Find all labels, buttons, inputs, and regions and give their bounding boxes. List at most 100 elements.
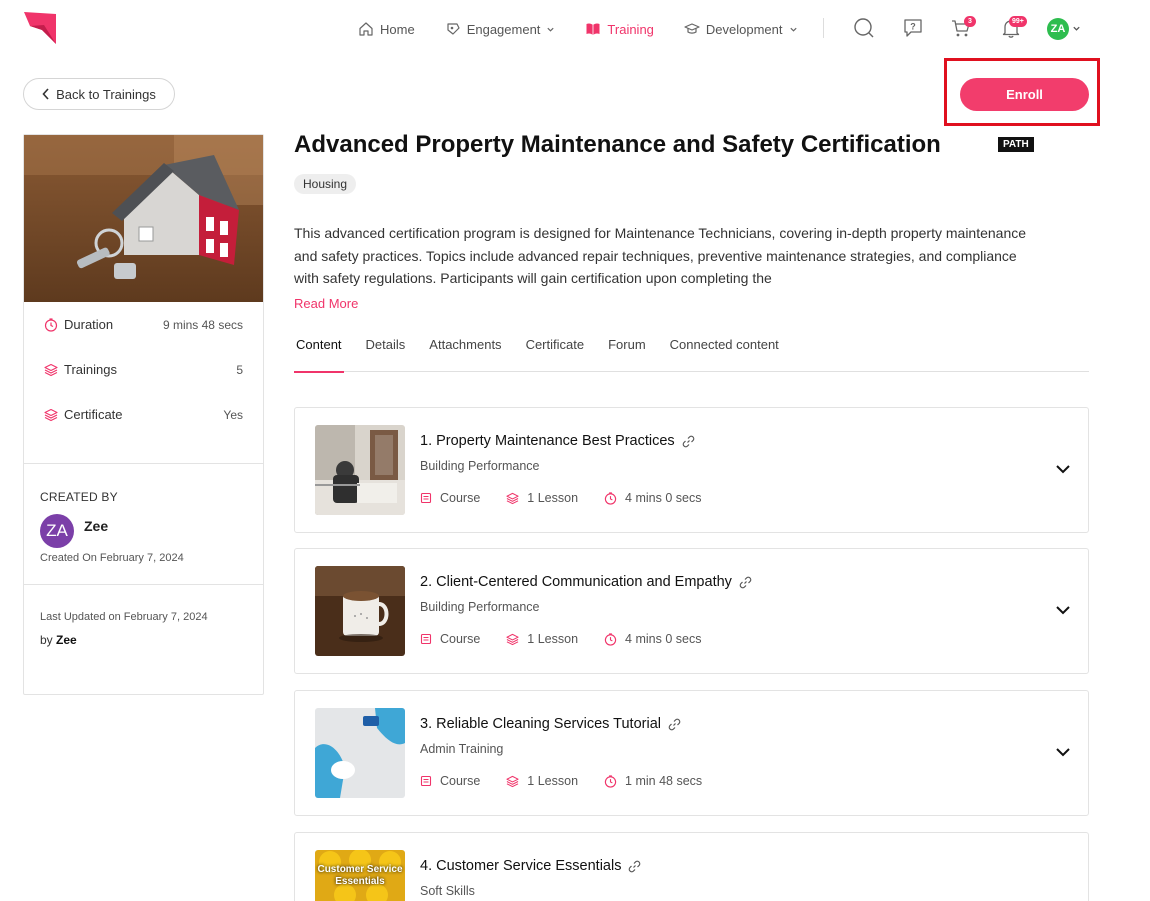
chevron-down-icon[interactable] xyxy=(1054,601,1072,619)
course-type: Course xyxy=(440,774,481,788)
course-lessons: 1 Lesson xyxy=(527,632,579,646)
help-chat-icon[interactable]: ? xyxy=(902,17,924,39)
course-title-text: 4. Customer Service Essentials xyxy=(420,858,622,874)
layers-icon xyxy=(506,775,519,787)
svg-text:?: ? xyxy=(910,22,916,32)
chevron-down-icon[interactable] xyxy=(1072,24,1081,33)
course-thumbnail-text: Customer Service Essentials xyxy=(317,864,403,887)
link-icon[interactable] xyxy=(739,576,752,589)
course-category: Building Performance xyxy=(420,600,540,614)
nav-engagement[interactable]: Engagement xyxy=(445,21,556,37)
course-title[interactable]: 1. Property Maintenance Best Practices xyxy=(420,433,695,449)
tab-connected-content[interactable]: Connected content xyxy=(668,337,781,372)
trainings-value: 5 xyxy=(236,362,243,377)
created-on-date: Created On February 7, 2024 xyxy=(40,552,184,564)
book-outline-icon xyxy=(420,633,432,645)
duration-label: Duration xyxy=(64,317,114,332)
course-category: Building Performance xyxy=(420,459,540,473)
training-cover-image xyxy=(24,135,263,302)
course-title-text: 2. Client-Centered Communication and Emp… xyxy=(420,574,732,590)
author-avatar: ZA xyxy=(40,514,74,548)
tab-details[interactable]: Details xyxy=(364,337,408,372)
course-lessons: 1 Lesson xyxy=(527,491,579,505)
user-avatar[interactable]: ZA xyxy=(1047,18,1069,40)
clock-icon xyxy=(604,774,617,788)
clock-icon xyxy=(604,491,617,505)
updated-by: by Zee xyxy=(40,633,247,647)
course-category: Soft Skills xyxy=(420,884,475,898)
engagement-icon xyxy=(447,23,460,35)
course-thumbnail: Customer Service Essentials xyxy=(315,850,405,901)
book-outline-icon xyxy=(420,492,432,504)
nav-home-label: Home xyxy=(380,21,415,37)
course-item[interactable]: 1. Property Maintenance Best Practices B… xyxy=(294,407,1089,533)
course-thumbnail xyxy=(315,566,405,656)
tab-attachments[interactable]: Attachments xyxy=(427,337,503,372)
cart-count-badge: 3 xyxy=(964,16,976,27)
created-by-heading: CREATED BY xyxy=(40,490,118,504)
chevron-left-icon xyxy=(42,88,49,100)
last-updated-section: Last Updated on February 7, 2024 by Zee xyxy=(24,585,263,673)
author: ZA Zee xyxy=(40,514,247,548)
nav-training[interactable]: Training xyxy=(585,21,654,37)
book-icon xyxy=(586,23,600,35)
updated-by-prefix: by xyxy=(40,633,53,647)
duration-row: Duration 9 mins 48 secs xyxy=(24,302,263,347)
trainings-row: Trainings 5 xyxy=(24,347,263,392)
course-title[interactable]: 2. Client-Centered Communication and Emp… xyxy=(420,574,752,590)
nav-home[interactable]: Home xyxy=(358,21,415,37)
duration-value: 9 mins 48 secs xyxy=(162,317,243,332)
content-tabs: Content Details Attachments Certificate … xyxy=(294,337,1089,373)
chevron-down-icon[interactable] xyxy=(1054,743,1072,761)
layers-icon xyxy=(506,633,519,645)
clock-icon xyxy=(604,632,617,646)
chevron-down-icon xyxy=(789,27,797,32)
book-outline-icon xyxy=(420,775,432,787)
course-title[interactable]: 3. Reliable Cleaning Services Tutorial xyxy=(420,716,681,732)
search-icon[interactable] xyxy=(853,17,875,39)
last-updated-date: Last Updated on February 7, 2024 xyxy=(40,611,208,623)
tab-forum[interactable]: Forum xyxy=(606,337,648,372)
nav-development[interactable]: Development xyxy=(684,21,798,37)
link-icon[interactable] xyxy=(668,718,681,731)
page-title: Advanced Property Maintenance and Safety… xyxy=(294,131,941,158)
course-type: Course xyxy=(440,632,481,646)
course-meta: Course 1 Lesson 4 mins 0 secs xyxy=(420,632,727,646)
course-item[interactable]: Customer Service Essentials 4. Customer … xyxy=(294,832,1089,901)
tab-content[interactable]: Content xyxy=(294,337,344,373)
created-by-section: CREATED BY ZA Zee Created On February 7,… xyxy=(24,464,263,584)
category-tag: Housing xyxy=(294,174,357,194)
nav-development-label: Development xyxy=(705,21,783,37)
link-icon[interactable] xyxy=(682,435,695,448)
back-label: Back to Trainings xyxy=(56,86,156,102)
course-thumbnail xyxy=(315,425,405,515)
course-thumbnail xyxy=(315,708,405,798)
nav-engagement-label: Engagement xyxy=(466,21,541,37)
course-item[interactable]: 2. Client-Centered Communication and Emp… xyxy=(294,548,1089,674)
read-more-link[interactable]: Read More xyxy=(294,296,358,311)
type-badge: PATH xyxy=(998,137,1034,152)
graduation-cap-icon xyxy=(684,23,700,34)
training-summary-card: Duration 9 mins 48 secs Trainings 5 Cert… xyxy=(23,134,264,695)
main-nav: Home Engagement Training Development xyxy=(358,18,828,40)
home-icon xyxy=(359,22,373,36)
enroll-button[interactable]: Enroll xyxy=(960,78,1089,111)
back-to-trainings-button[interactable]: Back to Trainings xyxy=(23,78,175,110)
link-icon[interactable] xyxy=(628,860,641,873)
course-lessons: 1 Lesson xyxy=(527,774,579,788)
course-title-text: 3. Reliable Cleaning Services Tutorial xyxy=(420,716,661,732)
course-title[interactable]: 4. Customer Service Essentials xyxy=(420,858,641,874)
nav-divider xyxy=(823,18,824,38)
tab-certificate[interactable]: Certificate xyxy=(524,337,587,372)
brand-logo[interactable] xyxy=(24,12,56,44)
chevron-down-icon[interactable] xyxy=(1054,460,1072,478)
course-item[interactable]: 3. Reliable Cleaning Services Tutorial A… xyxy=(294,690,1089,816)
notifications-count-badge: 99+ xyxy=(1009,16,1027,27)
nav-training-label: Training xyxy=(607,21,654,37)
chevron-down-icon xyxy=(547,27,555,32)
training-description: This advanced certification program is d… xyxy=(294,225,1027,286)
certificate-row: Certificate Yes xyxy=(24,392,263,437)
layers-icon xyxy=(506,492,519,504)
certificate-label: Certificate xyxy=(64,407,123,422)
course-duration: 4 mins 0 secs xyxy=(625,632,702,646)
